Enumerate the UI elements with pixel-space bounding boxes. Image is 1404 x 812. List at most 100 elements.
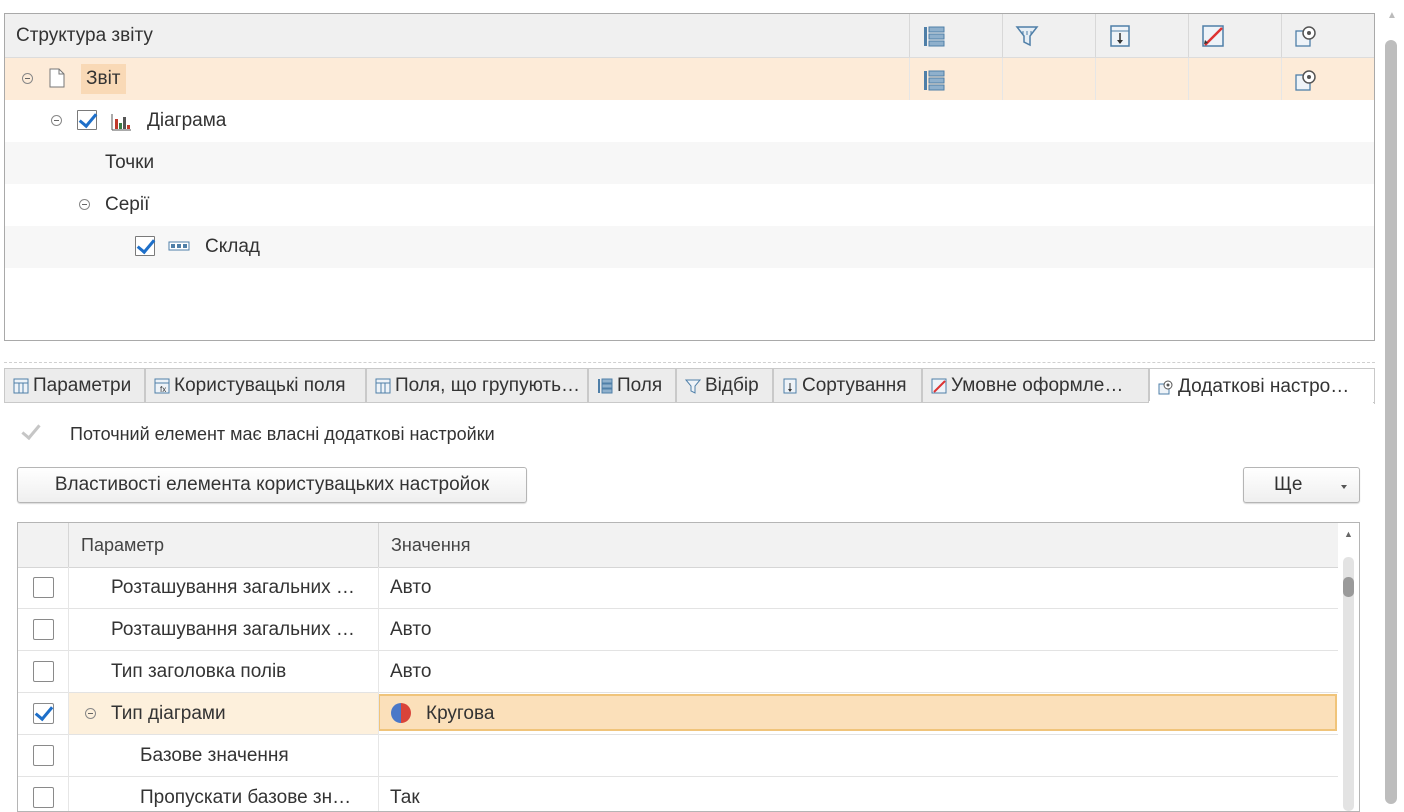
table-scrollbar[interactable]: ▲ bbox=[1338, 523, 1359, 811]
column-header-value[interactable]: Значення bbox=[378, 523, 1338, 567]
table-row[interactable]: Розташування загальних … Авто bbox=[18, 609, 1338, 651]
warehouse-checkbox[interactable] bbox=[135, 236, 155, 256]
parameter-name: Пропускати базове зн… bbox=[140, 787, 352, 808]
groupings-cell[interactable] bbox=[909, 58, 946, 100]
settings-icon bbox=[1158, 380, 1173, 394]
parameter-value[interactable]: Авто bbox=[390, 567, 431, 608]
grouping-field-icon bbox=[168, 241, 190, 251]
button-label: Ще bbox=[1274, 474, 1303, 495]
dropdown-caret-icon bbox=[1341, 485, 1347, 489]
structure-node-label: Діаграма bbox=[147, 110, 227, 131]
tab-label: Параметри bbox=[33, 374, 132, 396]
structure-node-label: Звіт bbox=[81, 64, 126, 94]
groupings-column-header[interactable] bbox=[909, 14, 1002, 57]
row-checkbox[interactable] bbox=[33, 703, 54, 724]
groupings-icon bbox=[924, 70, 945, 91]
structure-row-chart[interactable]: Діаграма bbox=[5, 100, 1374, 142]
scroll-up-arrow-icon[interactable]: ▲ bbox=[1380, 10, 1404, 21]
groupings-icon bbox=[924, 26, 945, 46]
collapse-icon[interactable] bbox=[51, 115, 62, 126]
outer-scrollbar[interactable]: ▲ bbox=[1380, 0, 1404, 804]
sorting-cell[interactable] bbox=[1095, 58, 1096, 100]
structure-row-report[interactable]: Звіт bbox=[5, 58, 1374, 100]
column-divider bbox=[68, 567, 69, 811]
settings-cell[interactable] bbox=[1281, 58, 1318, 100]
tab-label: Додаткові настро… bbox=[1178, 375, 1350, 397]
column-header-parameter[interactable]: Параметр bbox=[68, 523, 378, 567]
table-header: Параметр Значення bbox=[18, 523, 1338, 568]
scroll-up-arrow-icon[interactable]: ▲ bbox=[1338, 529, 1359, 539]
table-row[interactable]: Тип заголовка полів Авто bbox=[18, 651, 1338, 693]
conditional-format-column-header[interactable] bbox=[1188, 14, 1281, 57]
filter-icon bbox=[1015, 25, 1039, 46]
group-fields-icon bbox=[375, 378, 391, 393]
structure-node-label: Серії bbox=[105, 194, 150, 215]
document-icon bbox=[49, 68, 65, 88]
table-row[interactable]: Базове значення bbox=[18, 735, 1338, 777]
structure-row-points[interactable]: Точки bbox=[5, 142, 1374, 184]
tab-filter[interactable]: Відбір bbox=[676, 368, 773, 402]
more-button[interactable]: Ще bbox=[1243, 467, 1360, 503]
parameter-value[interactable]: Так bbox=[390, 777, 420, 811]
parameter-value[interactable]: Авто bbox=[390, 651, 431, 692]
conditional-format-cell[interactable] bbox=[1188, 58, 1189, 100]
parameter-value[interactable]: Кругова bbox=[426, 693, 494, 734]
parameter-name: Тип діаграми bbox=[111, 703, 226, 724]
fields-icon bbox=[598, 378, 613, 393]
parameter-name: Розташування загальних … bbox=[111, 619, 355, 640]
structure-row-series[interactable]: Серії bbox=[5, 184, 1374, 226]
collapse-icon[interactable] bbox=[22, 73, 33, 84]
filter-cell[interactable] bbox=[1002, 58, 1003, 100]
sorting-column-header[interactable] bbox=[1095, 14, 1188, 57]
report-structure-panel: Структура звіту Звіт Діаграма Точки Сері… bbox=[4, 13, 1375, 341]
collapse-icon[interactable] bbox=[85, 708, 96, 719]
row-checkbox[interactable] bbox=[33, 619, 54, 640]
own-settings-label: Поточний елемент має власні додаткові на… bbox=[70, 424, 495, 444]
row-checkbox[interactable] bbox=[33, 787, 54, 808]
custom-fields-icon: fx bbox=[154, 378, 170, 394]
tab-sorting[interactable]: Сортування bbox=[773, 368, 922, 402]
scroll-thumb[interactable] bbox=[1343, 577, 1354, 597]
tab-parameters[interactable]: Параметри bbox=[4, 368, 145, 402]
parameter-value[interactable]: Авто bbox=[390, 609, 431, 650]
tab-label: Відбір bbox=[705, 374, 759, 396]
tab-group-fields[interactable]: Поля, що групують… bbox=[366, 368, 588, 402]
tab-additional-settings[interactable]: Додаткові настро… bbox=[1149, 368, 1375, 404]
table-row-selected[interactable]: Тип діаграми Кругова bbox=[18, 693, 1338, 735]
element-properties-button[interactable]: Властивості елемента користувацьких наст… bbox=[17, 467, 527, 503]
tab-fields[interactable]: Поля bbox=[588, 368, 676, 402]
structure-node-label: Точки bbox=[105, 152, 155, 173]
table-row[interactable]: Пропускати базове зн… Так bbox=[18, 777, 1338, 811]
parameters-table: Параметр Значення Розташування загальних… bbox=[17, 522, 1360, 812]
settings-tabs: Параметри fx Користувацькі поля Поля, що… bbox=[4, 368, 1375, 404]
row-checkbox[interactable] bbox=[33, 745, 54, 766]
table-row[interactable]: Розташування загальних … Авто bbox=[18, 567, 1338, 609]
tab-custom-fields[interactable]: fx Користувацькі поля bbox=[145, 368, 366, 402]
conditional-format-icon bbox=[931, 378, 947, 393]
parameter-name: Тип заголовка полів bbox=[111, 661, 287, 682]
settings-icon bbox=[1295, 25, 1316, 47]
panel-splitter[interactable] bbox=[4, 362, 1375, 363]
tab-label: Умовне оформле… bbox=[951, 374, 1124, 396]
filter-column-header[interactable] bbox=[1002, 14, 1095, 57]
pie-chart-icon bbox=[391, 703, 411, 723]
structure-row-warehouse[interactable]: Склад bbox=[5, 226, 1374, 268]
button-label: Властивості елемента користувацьких наст… bbox=[54, 474, 490, 495]
structure-title: Структура звіту bbox=[16, 25, 153, 46]
tab-conditional-format[interactable]: Умовне оформле… bbox=[922, 368, 1149, 402]
collapse-icon[interactable] bbox=[79, 199, 90, 210]
row-checkbox[interactable] bbox=[33, 577, 54, 598]
row-checkbox[interactable] bbox=[33, 661, 54, 682]
settings-icon bbox=[1295, 70, 1316, 91]
parameter-name: Розташування загальних … bbox=[111, 577, 355, 598]
selected-value-cell[interactable] bbox=[378, 694, 1337, 731]
structure-header: Структура звіту bbox=[5, 14, 1374, 58]
chart-icon bbox=[111, 114, 131, 131]
outer-scroll-thumb[interactable] bbox=[1385, 40, 1397, 804]
settings-column-header[interactable] bbox=[1281, 14, 1374, 57]
chart-checkbox[interactable] bbox=[77, 110, 97, 130]
conditional-format-icon bbox=[1202, 24, 1224, 47]
active-tab-gap bbox=[1149, 401, 1373, 404]
own-settings-checkbox[interactable] bbox=[20, 421, 42, 443]
parameters-icon bbox=[13, 378, 29, 393]
